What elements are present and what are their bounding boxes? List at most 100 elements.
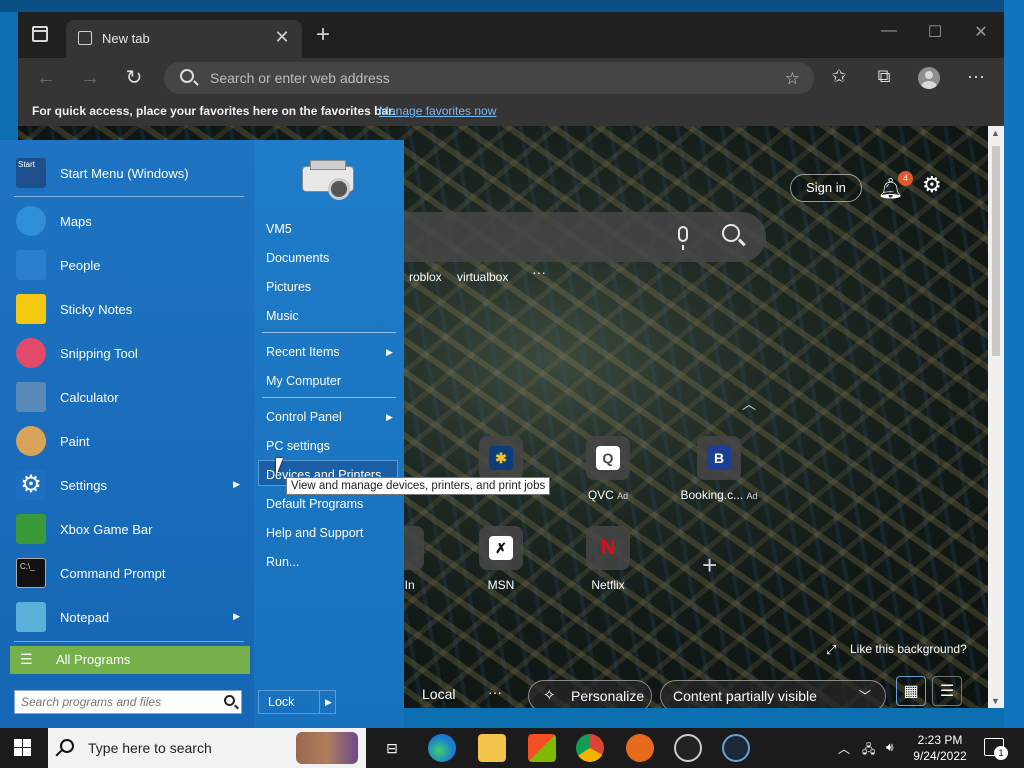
tab-title: New tab: [102, 31, 150, 46]
network-icon[interactable]: 🖧︎: [862, 740, 875, 761]
quick-link-netflix[interactable]: N Netflix: [568, 526, 648, 592]
search-icon[interactable]: [722, 224, 740, 242]
collections-icon[interactable]: ⧉: [871, 66, 897, 87]
quick-link-tile[interactable]: ✱: [461, 436, 541, 480]
list-icon: ☰: [20, 651, 33, 667]
app-calculator[interactable]: Calculator: [10, 378, 250, 418]
power-options-arrow-icon[interactable]: ▶: [319, 691, 337, 713]
chrome-icon[interactable]: [576, 734, 604, 762]
taskbar-search-input[interactable]: [88, 739, 288, 757]
more-menu-icon[interactable]: ···: [963, 66, 989, 87]
start-search-input[interactable]: [21, 694, 217, 710]
clock[interactable]: 2:23 PM 9/24/2022: [908, 732, 972, 764]
quick-search-roblox[interactable]: roblox: [409, 270, 442, 284]
tab-new-tab[interactable]: New tab ✕: [66, 20, 302, 58]
app-paint[interactable]: Paint: [10, 422, 250, 462]
quick-link-msn[interactable]: ✗ MSN: [461, 526, 541, 592]
place-pc-settings[interactable]: PC settings: [266, 439, 330, 453]
qvc-icon: Q: [596, 446, 620, 470]
tab-actions-icon[interactable]: [32, 26, 48, 42]
address-input[interactable]: [210, 68, 770, 88]
local-weather[interactable]: Local: [422, 686, 455, 702]
tile-label: Netflix: [591, 578, 625, 592]
file-explorer-icon[interactable]: [478, 734, 506, 762]
search-icon[interactable]: [224, 695, 235, 706]
gear-icon[interactable]: ⚙: [922, 172, 942, 198]
minimize-icon[interactable]: —: [874, 22, 904, 40]
page-scrollbar[interactable]: ▲ ▼: [988, 126, 1004, 708]
tab-close-icon[interactable]: ✕: [272, 27, 292, 48]
place-control-panel[interactable]: Control Panel: [266, 410, 342, 424]
app-settings[interactable]: ⚙ Settings ▶: [10, 466, 250, 506]
start-menu-header[interactable]: Start Start Menu (Windows): [10, 154, 250, 194]
app-sticky-notes[interactable]: Sticky Notes: [10, 290, 250, 330]
quick-search-more-icon[interactable]: ···: [532, 264, 546, 280]
place-vm5[interactable]: VM5: [266, 222, 292, 236]
web-search-box[interactable]: [348, 212, 766, 262]
maps-icon: [16, 206, 46, 236]
store-icon[interactable]: [528, 734, 556, 762]
desktop-strip: [0, 0, 1024, 12]
volume-icon[interactable]: 🔊︎: [886, 740, 894, 755]
personalize-button[interactable]: ✧ Personalize: [528, 680, 652, 708]
place-recent-items[interactable]: Recent Items: [266, 345, 340, 359]
task-view-icon[interactable]: ⊟: [378, 734, 406, 762]
maximize-icon[interactable]: ☐: [920, 22, 950, 42]
edge-icon[interactable]: [428, 734, 456, 762]
new-tab-button[interactable]: +: [310, 21, 336, 49]
quick-link-qvc[interactable]: Q QVC Ad: [568, 436, 648, 502]
expand-icon[interactable]: ⤢: [826, 642, 836, 658]
place-documents[interactable]: Documents: [266, 251, 329, 265]
address-bar[interactable]: ☆: [164, 62, 814, 94]
app-people[interactable]: People: [10, 246, 250, 286]
content-visibility-dropdown[interactable]: Content partially visible ﹀: [660, 680, 886, 708]
favorites-icon[interactable]: ✩: [826, 66, 852, 87]
scrollbar-thumb[interactable]: [992, 146, 1000, 356]
tile-icon: Q: [586, 436, 630, 480]
lock-button[interactable]: Lock ▶: [258, 690, 336, 714]
app-xbox-game-bar[interactable]: Xbox Game Bar: [10, 510, 250, 550]
start-search-box[interactable]: [14, 690, 242, 714]
quick-search-virtualbox[interactable]: virtualbox: [457, 270, 508, 284]
place-pictures[interactable]: Pictures: [266, 280, 311, 294]
all-programs-button[interactable]: ☰ All Programs: [10, 646, 250, 674]
taskbar-search[interactable]: [48, 728, 366, 768]
steam-icon[interactable]: [722, 734, 750, 762]
list-view-icon[interactable]: ☰: [932, 676, 962, 706]
profile-avatar[interactable]: [918, 67, 940, 89]
tile-icon: N: [586, 526, 630, 570]
like-background-link[interactable]: Like this background?: [850, 642, 967, 656]
obs-icon[interactable]: [674, 734, 702, 762]
refresh-icon[interactable]: ↻: [120, 66, 148, 90]
tile-label: QVC Ad: [587, 488, 629, 502]
place-music[interactable]: Music: [266, 309, 299, 323]
close-window-icon[interactable]: ✕: [966, 22, 996, 42]
personalize-icon: ✧: [543, 687, 556, 704]
scroll-down-icon[interactable]: ▼: [991, 696, 1000, 706]
manage-favorites-link[interactable]: Manage favorites now: [379, 104, 496, 118]
sign-in-button[interactable]: Sign in: [790, 174, 862, 202]
app-snipping-tool[interactable]: Snipping Tool: [10, 334, 250, 374]
chevron-up-icon[interactable]: ︿: [838, 740, 850, 757]
add-favorite-icon[interactable]: ☆: [785, 69, 800, 89]
place-default-programs[interactable]: Default Programs: [266, 497, 363, 511]
quick-link-booking[interactable]: B Booking.c... Ad: [674, 436, 764, 502]
back-icon[interactable]: ←: [32, 66, 60, 90]
forward-icon[interactable]: →: [76, 66, 104, 90]
microphone-icon[interactable]: [678, 226, 688, 250]
app-command-prompt[interactable]: C:\_ Command Prompt: [10, 554, 250, 594]
more-options-icon[interactable]: ···: [488, 684, 502, 700]
grid-view-icon[interactable]: ▦: [896, 676, 926, 706]
place-help-and-support[interactable]: Help and Support: [266, 526, 363, 540]
place-run[interactable]: Run...: [266, 555, 299, 569]
add-site-icon[interactable]: +: [702, 550, 717, 581]
chevron-up-icon[interactable]: ︿: [742, 394, 756, 414]
favorites-hint: For quick access, place your favorites h…: [32, 104, 396, 118]
app-maps[interactable]: Maps: [10, 202, 250, 242]
place-my-computer[interactable]: My Computer: [266, 374, 341, 388]
windows-start-icon[interactable]: [14, 739, 32, 757]
app-icon[interactable]: [626, 734, 654, 762]
divider: [262, 332, 396, 333]
scroll-up-icon[interactable]: ▲: [991, 128, 1000, 138]
app-notepad[interactable]: Notepad ▶: [10, 598, 250, 638]
